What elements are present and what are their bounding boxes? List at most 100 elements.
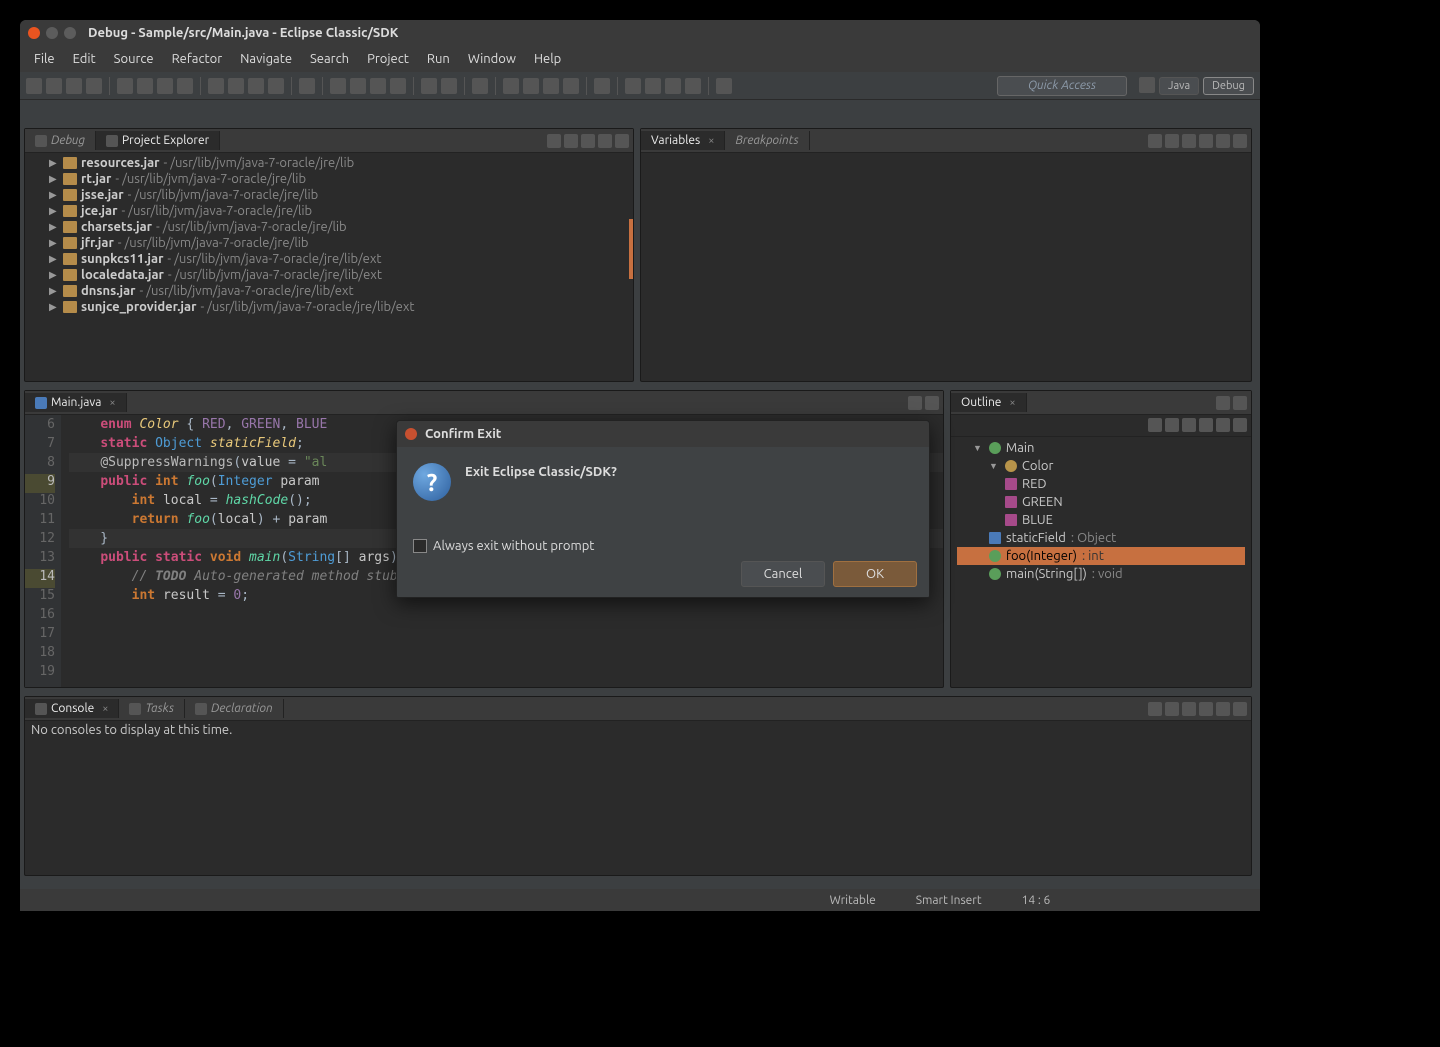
close-icon[interactable]: × — [109, 397, 115, 409]
menu-search[interactable]: Search — [302, 50, 357, 68]
maximize-icon[interactable] — [1233, 134, 1247, 148]
chevron-right-icon[interactable]: ▶ — [49, 285, 59, 297]
minimize-icon[interactable] — [908, 396, 922, 410]
back-icon[interactable] — [625, 78, 641, 94]
resume-icon[interactable] — [117, 78, 133, 94]
tab-variables[interactable]: Variables× — [641, 131, 725, 150]
perspective-debug[interactable]: Debug — [1203, 77, 1254, 95]
run-icon[interactable] — [350, 78, 366, 94]
hide-static-icon[interactable] — [1182, 418, 1196, 432]
minimize-icon[interactable] — [1216, 396, 1230, 410]
outline-enum-const[interactable]: GREEN — [957, 493, 1245, 511]
chevron-right-icon[interactable]: ▶ — [49, 173, 59, 185]
close-icon[interactable]: × — [102, 703, 108, 715]
view-menu-icon[interactable] — [1199, 702, 1213, 716]
hide-fields-icon[interactable] — [1165, 418, 1179, 432]
window-close-icon[interactable] — [28, 27, 40, 39]
chevron-right-icon[interactable]: ▶ — [49, 269, 59, 281]
maximize-icon[interactable] — [925, 396, 939, 410]
maximize-icon[interactable] — [1233, 396, 1247, 410]
menu-window[interactable]: Window — [460, 50, 524, 68]
chevron-right-icon[interactable]: ▶ — [49, 301, 59, 313]
more-icon[interactable] — [716, 78, 732, 94]
outline-method-main[interactable]: main(String[]) : void — [957, 565, 1245, 583]
ext-tools-icon[interactable] — [390, 78, 406, 94]
print-icon[interactable] — [86, 78, 102, 94]
step-return-icon[interactable] — [248, 78, 264, 94]
step-into-icon[interactable] — [208, 78, 224, 94]
terminate-icon[interactable] — [157, 78, 173, 94]
show-logical-icon[interactable] — [1165, 134, 1179, 148]
new-java-icon[interactable] — [421, 78, 437, 94]
tree-item-jar[interactable]: ▶localedata.jar - /usr/lib/jvm/java-7-or… — [31, 267, 627, 283]
tree-item-jar[interactable]: ▶jsse.jar - /usr/lib/jvm/java-7-oracle/j… — [31, 187, 627, 203]
close-icon[interactable]: × — [1009, 397, 1015, 409]
cancel-button[interactable]: Cancel — [741, 561, 825, 587]
perspective-java[interactable]: Java — [1159, 77, 1199, 95]
chevron-right-icon[interactable]: ▶ — [49, 221, 59, 233]
open-perspective-icon[interactable] — [1139, 77, 1155, 93]
tab-main-java[interactable]: Main.java× — [25, 393, 127, 412]
outline-enum[interactable]: ▼Color — [957, 457, 1245, 475]
next-icon[interactable] — [685, 78, 701, 94]
annotation-icon[interactable] — [523, 78, 539, 94]
tree-item-jar[interactable]: ▶charsets.jar - /usr/lib/jvm/java-7-orac… — [31, 219, 627, 235]
tab-console[interactable]: Console× — [25, 699, 119, 718]
minimize-icon[interactable] — [598, 134, 612, 148]
outline-enum-const[interactable]: BLUE — [957, 511, 1245, 529]
focus-icon[interactable] — [1233, 418, 1247, 432]
minimize-icon[interactable] — [1216, 134, 1230, 148]
tab-project-explorer[interactable]: Project Explorer — [96, 131, 220, 150]
step-over-icon[interactable] — [228, 78, 244, 94]
menu-edit[interactable]: Edit — [65, 50, 104, 68]
menu-navigate[interactable]: Navigate — [232, 50, 300, 68]
scrollbar-mark[interactable] — [629, 219, 633, 279]
task-icon[interactable] — [543, 78, 559, 94]
chevron-right-icon[interactable]: ▶ — [49, 237, 59, 249]
hide-nonpublic-icon[interactable] — [1199, 418, 1213, 432]
tree-item-jar[interactable]: ▶resources.jar - /usr/lib/jvm/java-7-ora… — [31, 155, 627, 171]
always-exit-checkbox[interactable]: Always exit without prompt — [413, 539, 594, 553]
link-editor-icon[interactable] — [564, 134, 578, 148]
outline-field[interactable]: staticField : Object — [957, 529, 1245, 547]
editor-gutter[interactable]: 6 7 8 9 10 11 12 13 14 15 16 17 18 19 — [25, 415, 61, 687]
suspend-icon[interactable] — [137, 78, 153, 94]
new-package-icon[interactable] — [441, 78, 457, 94]
hide-local-icon[interactable] — [1216, 418, 1230, 432]
menu-run[interactable]: Run — [419, 50, 458, 68]
window-minimize-icon[interactable] — [46, 27, 58, 39]
chevron-right-icon[interactable]: ▶ — [49, 189, 59, 201]
titlebar[interactable]: Debug - Sample/src/Main.java - Eclipse C… — [20, 20, 1260, 46]
tree-item-jar[interactable]: ▶dnsns.jar - /usr/lib/jvm/java-7-oracle/… — [31, 283, 627, 299]
view-menu-icon[interactable] — [1199, 134, 1213, 148]
outline-enum-const[interactable]: RED — [957, 475, 1245, 493]
maximize-icon[interactable] — [615, 134, 629, 148]
tab-breakpoints[interactable]: Breakpoints — [725, 131, 809, 150]
tree-item-jar[interactable]: ▶jce.jar - /usr/lib/jvm/java-7-oracle/jr… — [31, 203, 627, 219]
last-edit-icon[interactable] — [665, 78, 681, 94]
display-console-icon[interactable] — [1165, 702, 1179, 716]
drop-frame-icon[interactable] — [268, 78, 284, 94]
minimize-icon[interactable] — [1216, 702, 1230, 716]
save-icon[interactable] — [46, 78, 62, 94]
view-menu-icon[interactable] — [581, 134, 595, 148]
tab-outline[interactable]: Outline× — [951, 393, 1027, 412]
menu-refactor[interactable]: Refactor — [164, 50, 231, 68]
project-tree[interactable]: ▶resources.jar - /usr/lib/jvm/java-7-ora… — [25, 153, 633, 381]
debug-icon[interactable] — [330, 78, 346, 94]
chevron-right-icon[interactable]: ▶ — [49, 205, 59, 217]
tab-tasks[interactable]: Tasks — [119, 699, 185, 718]
sort-icon[interactable] — [1148, 418, 1162, 432]
show-type-icon[interactable] — [1148, 134, 1162, 148]
dialog-titlebar[interactable]: Confirm Exit — [397, 421, 929, 447]
tab-declaration[interactable]: Declaration — [185, 699, 284, 718]
ok-button[interactable]: OK — [833, 561, 917, 587]
coverage-icon[interactable] — [370, 78, 386, 94]
outline-class[interactable]: ▼Main — [957, 439, 1245, 457]
new-icon[interactable] — [26, 78, 42, 94]
tree-item-jar[interactable]: ▶jfr.jar - /usr/lib/jvm/java-7-oracle/jr… — [31, 235, 627, 251]
bookmark-icon[interactable] — [563, 78, 579, 94]
forward-icon[interactable] — [645, 78, 661, 94]
outline-tree[interactable]: ▼Main ▼Color RED GREEN BLUE staticField … — [951, 437, 1251, 687]
dialog-close-icon[interactable] — [405, 428, 417, 440]
